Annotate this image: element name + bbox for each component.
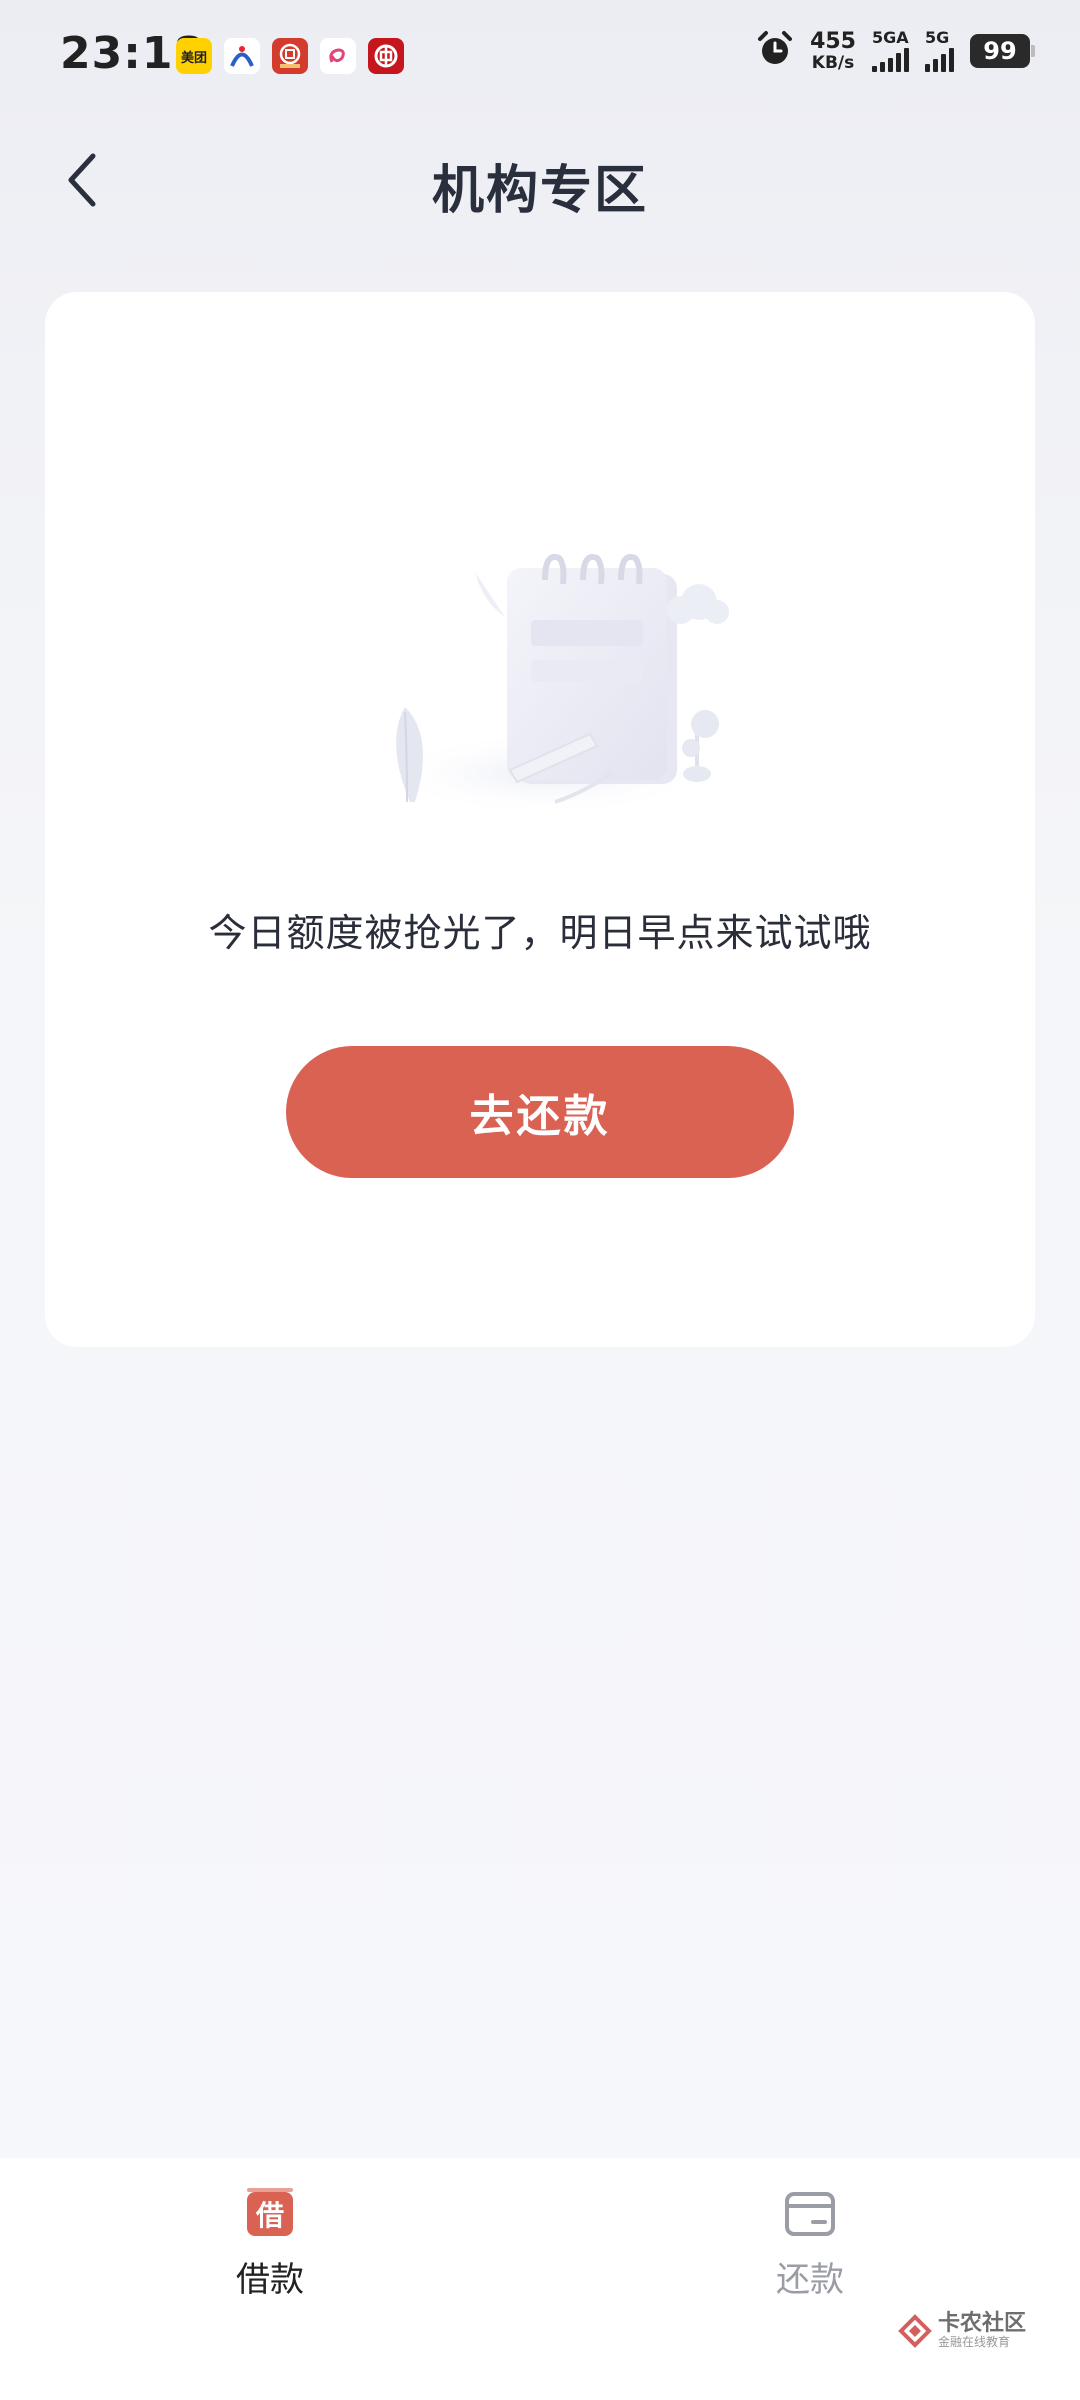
red-bank-app-icon xyxy=(272,38,308,74)
nav-label-repay: 还款 xyxy=(776,2260,844,2300)
svg-text:借: 借 xyxy=(255,2199,284,2232)
bank-of-china-icon xyxy=(368,38,404,74)
signal-5ga: 5GA xyxy=(872,30,909,72)
status-right-group: 455 KB/s 5GA 5G 99 xyxy=(756,28,1035,73)
alarm-icon xyxy=(756,30,794,72)
battery-indicator: 99 xyxy=(970,34,1035,68)
watermark-sub: 金融在线教育 xyxy=(938,2335,1011,2350)
go-repay-button[interactable]: 去还款 xyxy=(286,1046,794,1178)
status-bar: 23:18 美团 455 KB/s 5GA 5G 99 xyxy=(0,0,1080,110)
watermark-name: 卡农社区 xyxy=(938,2311,1027,2336)
watermark: 卡农社区 金融在线教育 xyxy=(898,2311,1027,2350)
page-title: 机构专区 xyxy=(431,161,648,221)
empty-state-message: 今日额度被抢光了，明日早点来试试哦 xyxy=(208,911,872,955)
nav-tab-borrow[interactable]: 借 借款 xyxy=(170,2186,370,2301)
signal-bars-icon xyxy=(872,48,909,72)
bottom-nav: 借 借款 还款 卡农社区 金融在线教育 xyxy=(0,2158,1080,2400)
network-speed: 455 KB/s xyxy=(810,28,856,73)
nav-tab-repay[interactable]: 还款 xyxy=(710,2186,910,2301)
signal-5g: 5G xyxy=(925,30,954,72)
borrow-icon: 借 xyxy=(247,2188,293,2236)
signal-bars-icon xyxy=(925,48,954,72)
meituan-icon: 美团 xyxy=(176,38,212,74)
watermark-logo-icon xyxy=(898,2313,932,2348)
notification-app-icons: 美团 xyxy=(176,38,404,74)
repay-wallet-icon xyxy=(785,2192,835,2236)
pink-swirl-app-icon xyxy=(320,38,356,74)
blue-arc-app-icon xyxy=(224,38,260,74)
nav-label-borrow: 借款 xyxy=(236,2260,304,2300)
empty-state-card: 今日额度被抢光了，明日早点来试试哦 去还款 xyxy=(45,292,1035,1347)
empty-notebook-illustration xyxy=(345,502,745,822)
